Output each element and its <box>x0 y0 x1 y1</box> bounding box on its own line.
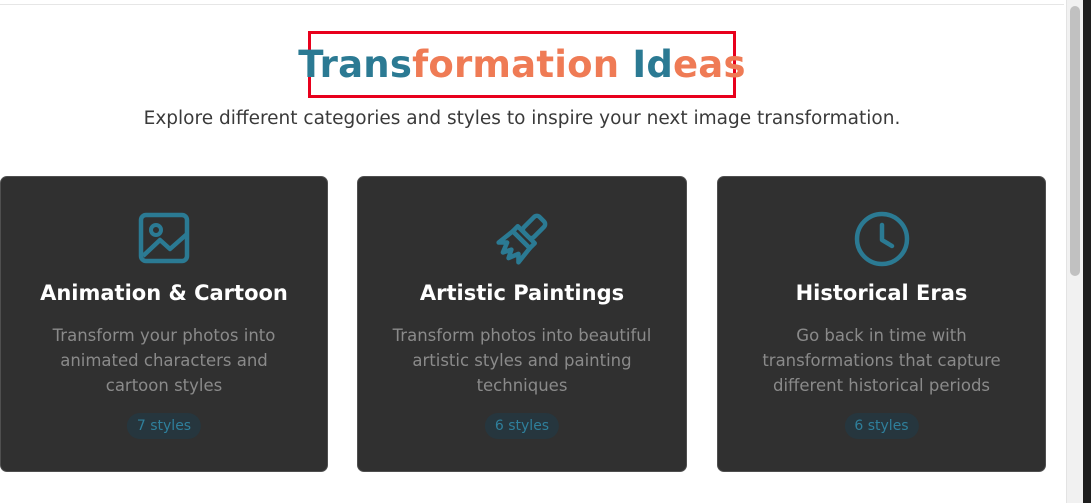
styles-count-badge: 6 styles <box>844 413 919 439</box>
title-part-2: formation <box>412 43 620 86</box>
card-description: Transform your photos into animated char… <box>52 326 276 395</box>
header-divider <box>0 4 1064 5</box>
title-part-1: Trans <box>298 43 413 86</box>
category-card-historical[interactable]: Historical Eras Go back in time with tra… <box>717 176 1046 472</box>
styles-count-badge: 7 styles <box>126 413 202 439</box>
image-icon <box>1 210 327 266</box>
card-description: Go back in time with transformations tha… <box>762 326 1001 395</box>
paintbrush-icon <box>358 210 686 266</box>
window-edge <box>1083 0 1091 503</box>
card-title: Historical Eras <box>795 281 968 305</box>
page: Trans formation Id eas Explore different c… <box>0 0 1091 503</box>
card-description: Transform photos into beautiful artistic… <box>392 326 652 395</box>
title-part-4: eas <box>673 43 746 86</box>
title-part-3: Id <box>619 43 674 86</box>
card-title: Artistic Paintings <box>419 281 625 305</box>
styles-count-badge: 6 styles <box>484 413 560 439</box>
page-subtitle: Explore different categories and styles … <box>143 108 901 129</box>
scrollbar-thumb[interactable] <box>1070 6 1080 276</box>
category-card-paintings[interactable]: Artistic Paintings Transform photos into… <box>357 176 687 472</box>
clock-icon <box>718 210 1045 267</box>
page-title: Trans formation Id eas <box>298 31 745 98</box>
category-card-animation[interactable]: Animation & Cartoon Transform your photo… <box>0 176 328 472</box>
card-title: Animation & Cartoon <box>40 281 288 305</box>
